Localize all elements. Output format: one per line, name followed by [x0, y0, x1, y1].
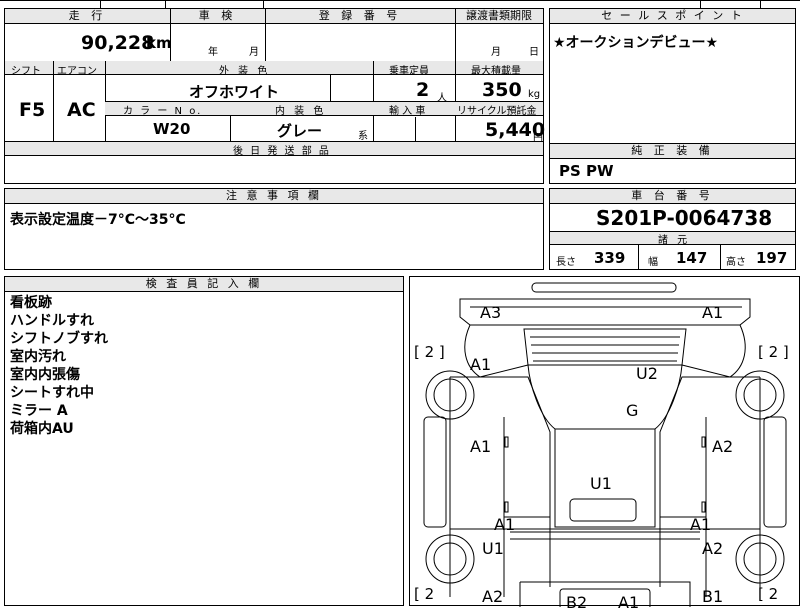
mileage-header: 走 行 — [5, 9, 170, 24]
inspection-header: 車 検 — [170, 9, 265, 24]
sales-point-box: セ ー ル ス ポ イ ン ト ★オークションデビュー★ — [549, 8, 796, 145]
chassis-header: 車 台 番 号 — [550, 189, 795, 204]
length-value: 339 — [594, 249, 626, 267]
color-no-header: カ ラ ー N o. — [123, 106, 203, 117]
max-load-header: 最大積載量 — [471, 66, 521, 77]
equipment-box: 純 正 装 備 PS PW — [549, 143, 796, 184]
inspector-line: シートすれ中 — [10, 385, 94, 401]
exterior-color-value: オフホワイト — [189, 83, 280, 101]
width-value: 147 — [676, 249, 708, 267]
inspection-year: 年 — [208, 47, 218, 58]
inspector-line: ハンドルすれ — [10, 313, 94, 329]
interior-color-value: グレー — [277, 122, 323, 140]
exterior-color-header: 外 装 色 — [219, 66, 271, 77]
inspector-line: 室内汚れ — [10, 349, 66, 365]
equipment-header: 純 正 装 備 — [550, 144, 795, 159]
damage-label-u1-left: U1 — [482, 539, 504, 558]
notes-header: 注 意 事 項 欄 — [5, 189, 543, 204]
import-header: 輸 入 車 — [389, 106, 426, 117]
chassis-box: 車 台 番 号 S201P-0064738 諸 元 長さ 339 幅 147 高… — [549, 188, 796, 270]
sales-point-header: セ ー ル ス ポ イ ン ト — [550, 9, 795, 24]
damage-label-a1-left-front: A1 — [470, 355, 492, 374]
notes-box: 注 意 事 項 欄 表示設定温度－7°C～35°C — [4, 188, 544, 270]
inspector-line: シフトノブすれ — [10, 331, 108, 347]
shift-header: シフト — [11, 66, 41, 77]
inspector-header: 検 査 員 記 入 欄 — [5, 277, 403, 292]
recycle-fee-header: リサイクル預託金 — [457, 106, 537, 117]
aircon-header: エアコン — [57, 66, 97, 77]
tire-tread-right-bottom: [ 2 — [758, 585, 779, 603]
spec-table: 走 行 車 検 登 録 番 号 譲渡書類期限 90,228 km 年 月 月 日… — [4, 8, 545, 184]
tire-tread-left-top: [ 2 ] — [414, 343, 445, 361]
deadline-day: 日 — [529, 47, 539, 58]
dims-header: 諸 元 — [658, 235, 691, 246]
damage-label-a3: A3 — [480, 303, 502, 322]
shift-value: F5 — [19, 99, 46, 121]
interior-color-suffix: 系 — [358, 131, 368, 142]
mileage-unit: km — [146, 34, 172, 52]
damage-label-a1-right-rear: A1 — [690, 515, 712, 534]
inspector-line: 看板跡 — [10, 295, 52, 311]
tire-tread-right-top: [ 2 ] — [758, 343, 789, 361]
color-no-value: W20 — [153, 120, 191, 138]
capacity-header: 乗車定員 — [389, 66, 429, 77]
later-parts-header: 後 日 発 送 部 品 — [233, 146, 331, 157]
inspector-lines: 看板跡 ハンドルすれ シフトノブすれ 室内汚れ 室内内張傷 シートすれ中 ミラー… — [10, 294, 108, 438]
mileage-value: 90,228 — [81, 32, 155, 54]
inspector-line: 荷箱内AU — [10, 421, 74, 437]
height-value: 197 — [756, 249, 788, 267]
damage-diagram: A3 A1 A1 U2 G A1 A2 U1 A1 A1 U1 A2 A2 B2… — [409, 276, 800, 612]
capacity-value: 2 — [416, 79, 430, 101]
inspector-box: 検 査 員 記 入 欄 看板跡 ハンドルすれ シフトノブすれ 室内汚れ 室内内張… — [4, 276, 404, 606]
max-load-value: 350 — [482, 79, 522, 101]
damage-label-b2: B2 — [566, 593, 588, 612]
damage-label-a1-left-rear: A1 — [494, 515, 516, 534]
damage-label-a2-right-mid: A2 — [712, 437, 734, 456]
damage-label-b1: B1 — [702, 587, 724, 606]
max-load-unit: kg — [528, 89, 541, 100]
damage-label-u2: U2 — [636, 364, 658, 383]
sales-point-text: ★オークションデビュー★ — [553, 35, 719, 51]
damage-label-a1-left-mid: A1 — [470, 437, 492, 456]
length-label: 長さ — [556, 257, 576, 268]
equipment-text: PS PW — [559, 162, 614, 180]
aircon-value: AC — [67, 99, 96, 121]
inspector-line: 室内内張傷 — [10, 367, 80, 383]
transfer-deadline-header: 譲渡書類期限 — [455, 9, 543, 24]
inspector-line: ミラー A — [10, 403, 68, 419]
damage-label-g: G — [626, 401, 639, 420]
interior-color-header: 内 装 色 — [275, 106, 327, 117]
damage-label-a2-bottom-left: A2 — [482, 587, 504, 606]
damage-label-a1-top-right: A1 — [702, 303, 724, 322]
damage-label-u1-center: U1 — [590, 474, 612, 493]
damage-label-a1-bottom: A1 — [618, 593, 640, 612]
notes-text: 表示設定温度－7°C～35°C — [10, 212, 186, 228]
deadline-month: 月 — [491, 47, 501, 58]
inspection-month: 月 — [249, 47, 259, 58]
damage-label-a2-right-rear: A2 — [702, 539, 724, 558]
chassis-number: S201P-0064738 — [596, 206, 773, 230]
width-label: 幅 — [648, 257, 658, 268]
height-label: 高さ — [726, 257, 746, 268]
tire-tread-left-bottom: [ 2 — [414, 585, 435, 603]
reg-no-header: 登 録 番 号 — [265, 9, 455, 24]
car-outline-diagram — [423, 282, 787, 607]
